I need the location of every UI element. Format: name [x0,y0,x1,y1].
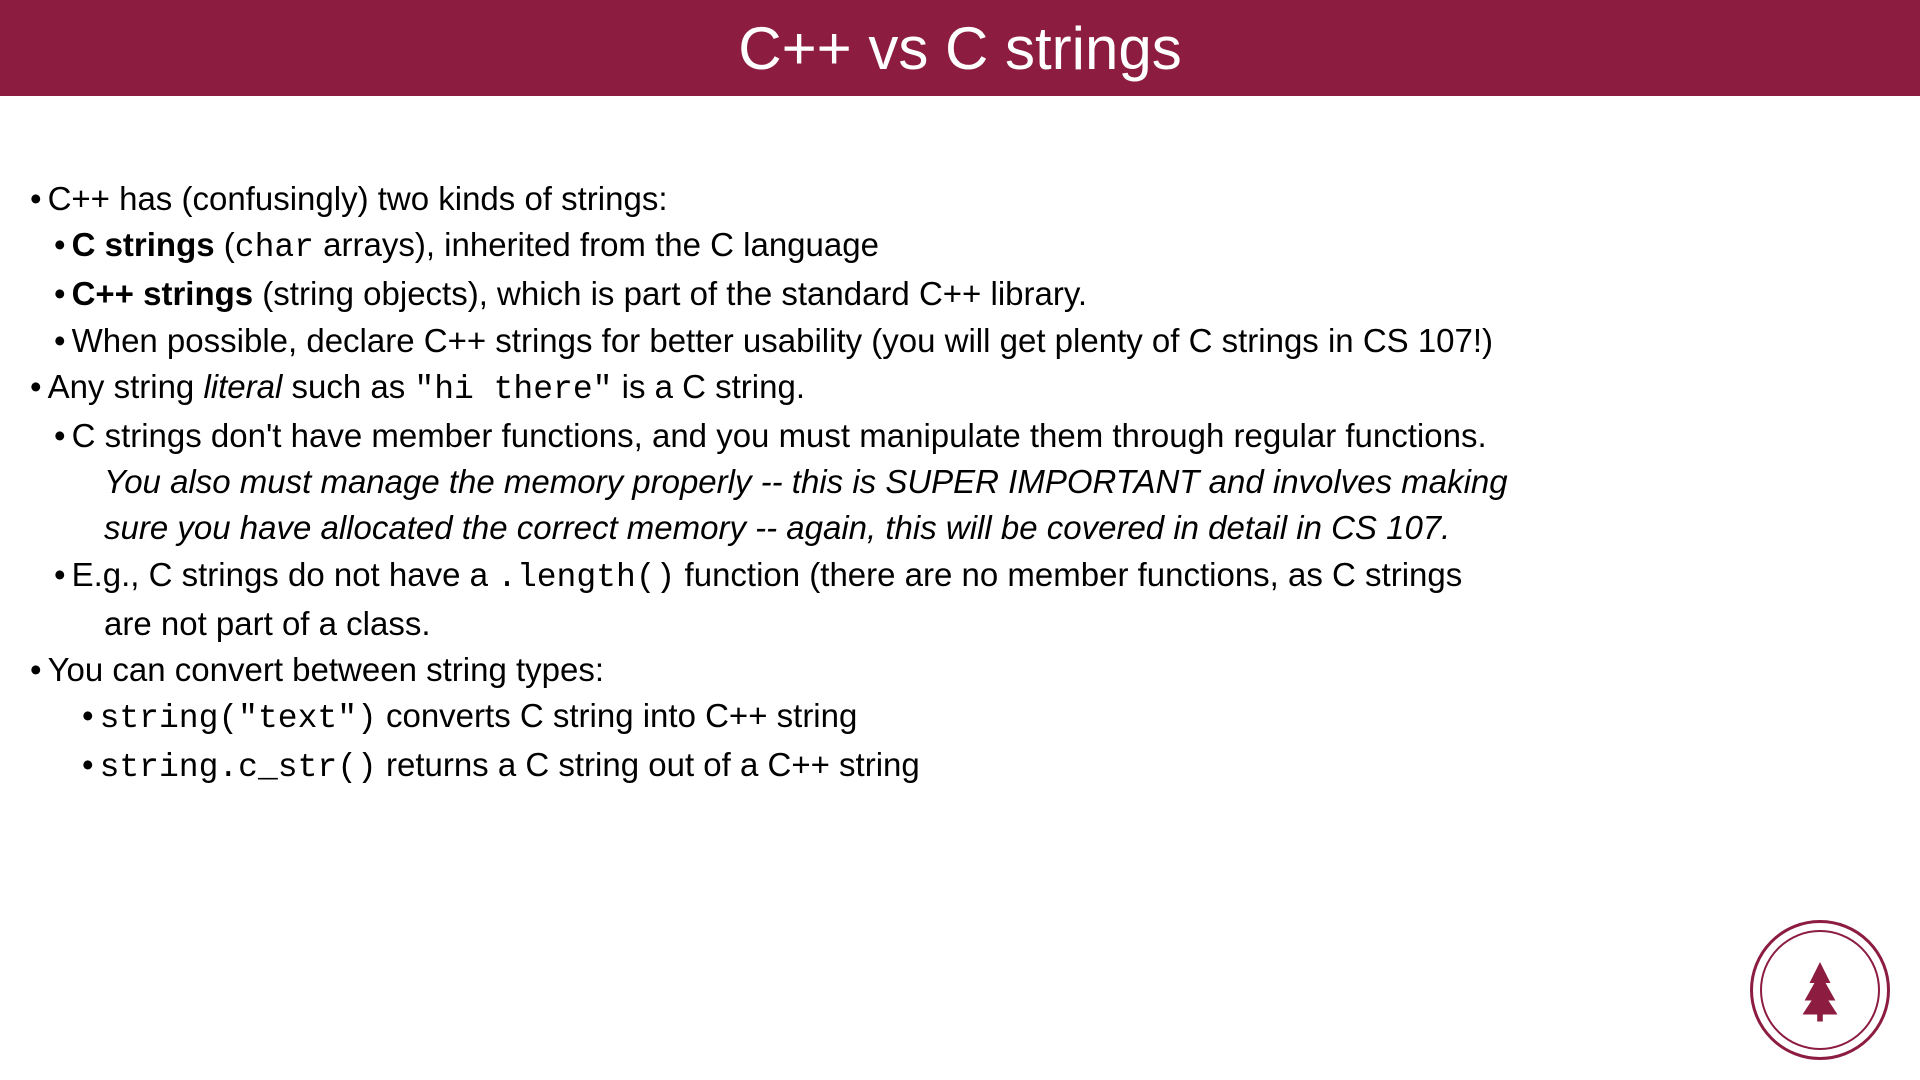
bold-text: C strings [72,226,215,263]
bullet-dot: • [82,693,94,742]
text: function (there are no member functions,… [675,556,1462,593]
bullet-2a: • C strings don't have member functions,… [54,413,1890,459]
text: ( [215,226,235,263]
bullet-dot: • [30,176,42,222]
bullet-text: C++ strings (string objects), which is p… [72,271,1088,317]
code-text: string.c_str() [100,749,377,786]
code-text: char [235,229,314,266]
bold-text: C++ strings [72,275,254,312]
bullet-dot: • [54,318,66,364]
text: is a C string. [612,368,805,405]
text: such as [282,368,414,405]
text: (string objects), which is part of the s… [253,275,1087,312]
text: arrays), inherited from the C language [314,226,879,263]
bullet-dot: • [54,222,66,271]
code-text: string("text") [100,700,377,737]
bullet-2a-cont2: sure you have allocated the correct memo… [104,505,1890,551]
bullet-dot: • [54,552,66,601]
text: E.g., C strings do not have a [72,556,498,593]
bullet-text: When possible, declare C++ strings for b… [72,318,1493,364]
bullet-dot: • [30,364,42,413]
code-text: "hi there" [414,371,612,408]
bullet-text: string.c_str() returns a C string out of… [100,742,920,791]
bullet-text: C strings don't have member functions, a… [72,413,1487,459]
bullet-3: • You can convert between string types: [30,647,1890,693]
bullet-1b: • C++ strings (string objects), which is… [54,271,1890,317]
bullet-text: Any string literal such as "hi there" is… [48,364,805,413]
text: returns a C string out of a C++ string [377,746,920,783]
code-text: .length() [497,559,675,596]
bullet-2b-cont: are not part of a class. [104,601,1890,647]
bullet-2b: • E.g., C strings do not have a .length(… [54,552,1890,601]
text: Any string [48,368,204,405]
bullet-text: string("text") converts C string into C+… [100,693,858,742]
bullet-1c: • When possible, declare C++ strings for… [54,318,1890,364]
bullet-dot: • [54,413,66,459]
bullet-text: C strings (char arrays), inherited from … [72,222,879,271]
bullet-text: You can convert between string types: [48,647,604,693]
bullet-2: • Any string literal such as "hi there" … [30,364,1890,413]
text: converts C string into C++ string [377,697,858,734]
stanford-seal-icon [1750,920,1890,1060]
slide-header: C++ vs C strings [0,0,1920,96]
seal-ring-inner [1760,930,1880,1050]
bullet-text: C++ has (confusingly) two kinds of strin… [48,176,668,222]
bullet-1a: • C strings (char arrays), inherited fro… [54,222,1890,271]
italic-text: literal [203,368,282,405]
tree-icon [1785,955,1855,1025]
bullet-2a-cont1: You also must manage the memory properly… [104,459,1890,505]
slide-content: • C++ has (confusingly) two kinds of str… [0,96,1920,791]
bullet-dot: • [30,647,42,693]
bullet-dot: • [82,742,94,791]
bullet-dot: • [54,271,66,317]
slide-title: C++ vs C strings [738,14,1181,83]
bullet-3a: • string("text") converts C string into … [82,693,1890,742]
bullet-3b: • string.c_str() returns a C string out … [82,742,1890,791]
bullet-1: • C++ has (confusingly) two kinds of str… [30,176,1890,222]
bullet-text: E.g., C strings do not have a .length() … [72,552,1463,601]
